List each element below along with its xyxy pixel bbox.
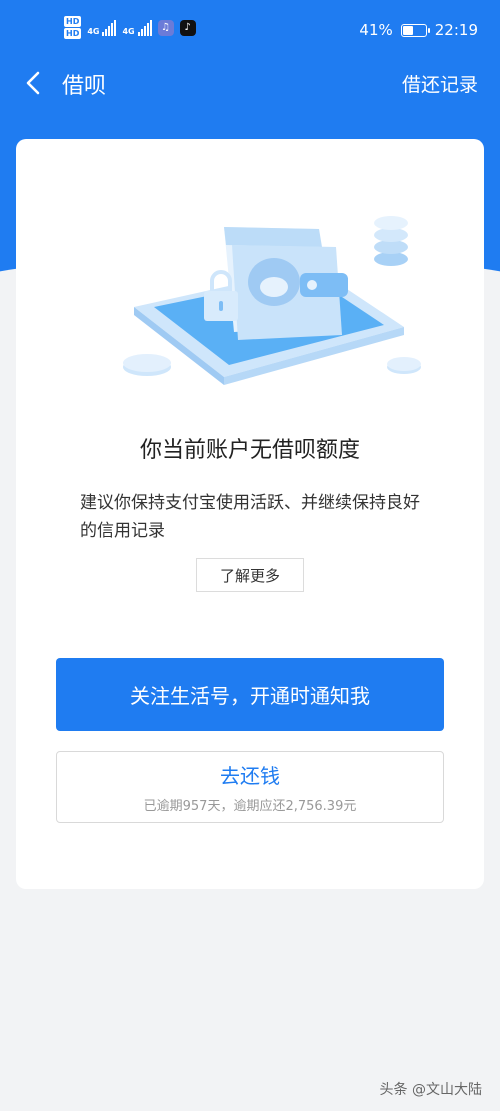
wallet-illustration: [123, 216, 421, 385]
clock: 22:19: [434, 21, 478, 39]
status-right: 41% 22:19: [359, 21, 478, 39]
signal-2: 4G: [122, 19, 152, 36]
repay-button-label: 去还钱: [220, 764, 280, 788]
main-card: 你当前账户无借呗额度 建议你保持支付宝使用活跃、并继续保持良好的信用记录 了解更…: [16, 139, 484, 889]
follow-notify-button[interactable]: 关注生活号，开通时通知我: [56, 658, 444, 731]
page-title: 借呗: [62, 74, 107, 99]
network-type-label: 4G: [122, 26, 135, 36]
learn-more-button[interactable]: 了解更多: [196, 558, 304, 592]
battery-level: [402, 25, 413, 35]
tiktok-icon: ♪: [179, 19, 196, 36]
battery-icon: [400, 23, 430, 37]
signal-bars-icon: [102, 19, 117, 36]
status-left: HD HD 4G 4G ♫ ♪: [64, 16, 196, 39]
music-app-icon: ♫: [157, 19, 174, 36]
chevron-left-icon[interactable]: [22, 70, 48, 96]
hd-badge: HD: [64, 28, 82, 39]
overdue-amount-text: 已逾期957天，逾期应还2,756.39元: [143, 799, 357, 814]
hd-badge: HD: [64, 16, 82, 27]
repay-button[interactable]: 去还钱 已逾期957天，逾期应还2,756.39元: [56, 751, 444, 823]
hd-badges: HD HD: [64, 16, 82, 39]
signal-1: 4G: [87, 19, 117, 36]
status-bar: HD HD 4G 4G ♫ ♪ 41% 22:19: [0, 0, 500, 50]
no-credit-headline: 你当前账户无借呗额度: [139, 438, 360, 463]
network-type-label: 4G: [87, 26, 100, 36]
advice-text: 建议你保持支付宝使用活跃、并继续保持良好的信用记录: [80, 493, 420, 541]
nav-bar: 借呗 借还记录: [0, 50, 500, 116]
signal-bars-icon: [137, 19, 152, 36]
watermark: 头条 @文山大陆: [379, 1082, 482, 1098]
battery-percent: 41%: [359, 21, 393, 39]
borrow-repay-records-link[interactable]: 借还记录: [402, 70, 478, 97]
